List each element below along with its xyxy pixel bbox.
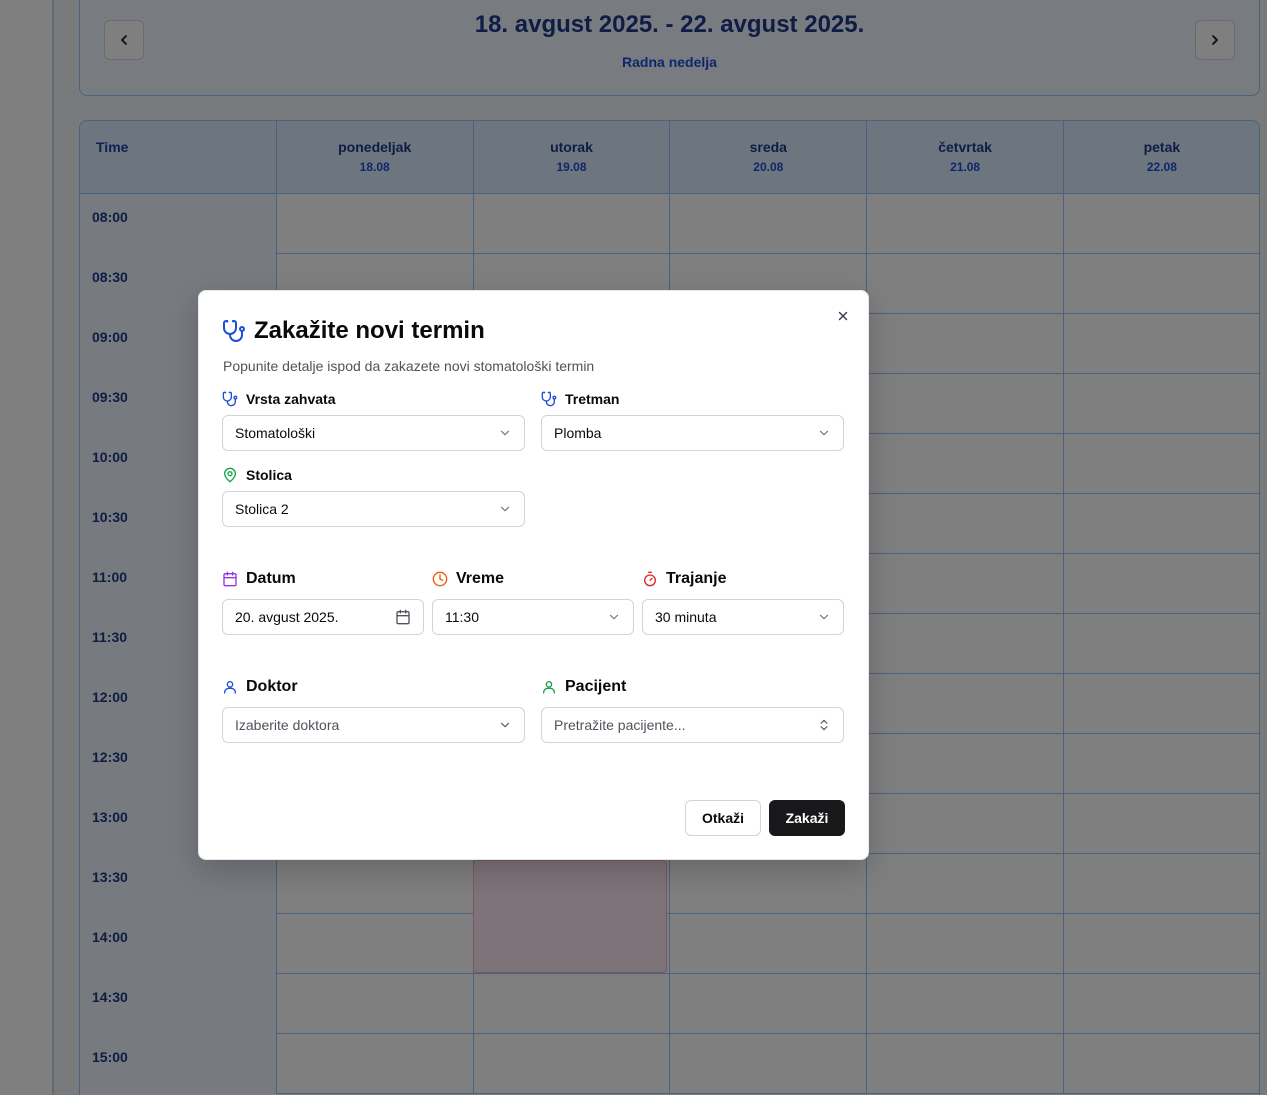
dialog-title-text: Zakažite novi termin [254, 317, 485, 344]
patient-label: Pacijent [541, 678, 626, 696]
clock-icon [432, 571, 448, 587]
timer-icon [644, 571, 656, 587]
time-select[interactable]: 11:30 [432, 599, 634, 635]
chair-value: Stolica 2 [235, 501, 289, 517]
chevron-down-icon [819, 614, 829, 620]
duration-label: Trajanje [642, 570, 726, 588]
patient-placeholder: Pretražite pacijente... [554, 717, 686, 733]
new-appointment-dialog: Zakažite novi termin Popunite detalje is… [198, 290, 869, 860]
doctor-label-text: Doktor [246, 678, 298, 695]
doctor-select[interactable]: Izaberite doktora [222, 707, 525, 743]
calendar-icon [396, 609, 410, 625]
treatment-value: Plomba [554, 425, 602, 441]
procedure-type-select[interactable]: Stomatološki [222, 415, 525, 451]
treatment-select[interactable]: Plomba [541, 415, 844, 451]
patient-search-combobox[interactable]: Pretražite pacijente... [541, 707, 844, 743]
time-label: Vreme [432, 570, 504, 588]
treatment-label: Tretman [541, 391, 619, 407]
time-label-text: Vreme [456, 570, 505, 587]
date-label-text: Datum [246, 570, 296, 587]
close-icon [838, 311, 848, 321]
date-label: Datum [222, 570, 296, 588]
procedure-type-label-text: Vrsta zahvata [246, 391, 336, 407]
date-picker[interactable]: 20. avgust 2025. [222, 599, 424, 635]
duration-label-text: Trajanje [666, 570, 727, 587]
stethoscope-icon [222, 391, 238, 407]
doctor-placeholder: Izaberite doktora [235, 717, 340, 733]
map-pin-icon [224, 467, 236, 483]
stethoscope-icon [541, 391, 557, 407]
chair-label-text: Stolica [246, 467, 292, 483]
time-value: 11:30 [445, 609, 479, 625]
chevron-down-icon [819, 430, 829, 436]
duration-value: 30 minuta [655, 609, 717, 625]
dialog-description: Popunite detalje ispod da zakazete novi … [223, 358, 595, 374]
procedure-type-label: Vrsta zahvata [222, 391, 336, 407]
patient-label-text: Pacijent [565, 678, 627, 695]
doctor-label: Doktor [222, 678, 298, 696]
user-icon [543, 681, 555, 694]
submit-button[interactable]: Zakaži [769, 800, 845, 836]
chevron-down-icon [500, 506, 510, 512]
chair-select[interactable]: Stolica 2 [222, 491, 525, 527]
duration-select[interactable]: 30 minuta [642, 599, 844, 635]
procedure-type-value: Stomatološki [235, 425, 316, 441]
date-value: 20. avgust 2025. [235, 609, 339, 625]
calendar-icon [223, 571, 237, 587]
chevron-down-icon [500, 430, 510, 436]
cancel-button[interactable]: Otkaži [685, 800, 761, 836]
chair-label: Stolica [222, 467, 292, 483]
treatment-label-text: Tretman [565, 391, 620, 407]
close-button[interactable] [834, 307, 852, 325]
chevron-down-icon [500, 722, 510, 728]
chevron-down-icon [609, 614, 619, 620]
stethoscope-icon [223, 320, 245, 342]
dialog-title: Zakažite novi termin [222, 317, 485, 345]
chevrons-up-down-icon [820, 719, 828, 731]
user-icon [224, 681, 236, 694]
